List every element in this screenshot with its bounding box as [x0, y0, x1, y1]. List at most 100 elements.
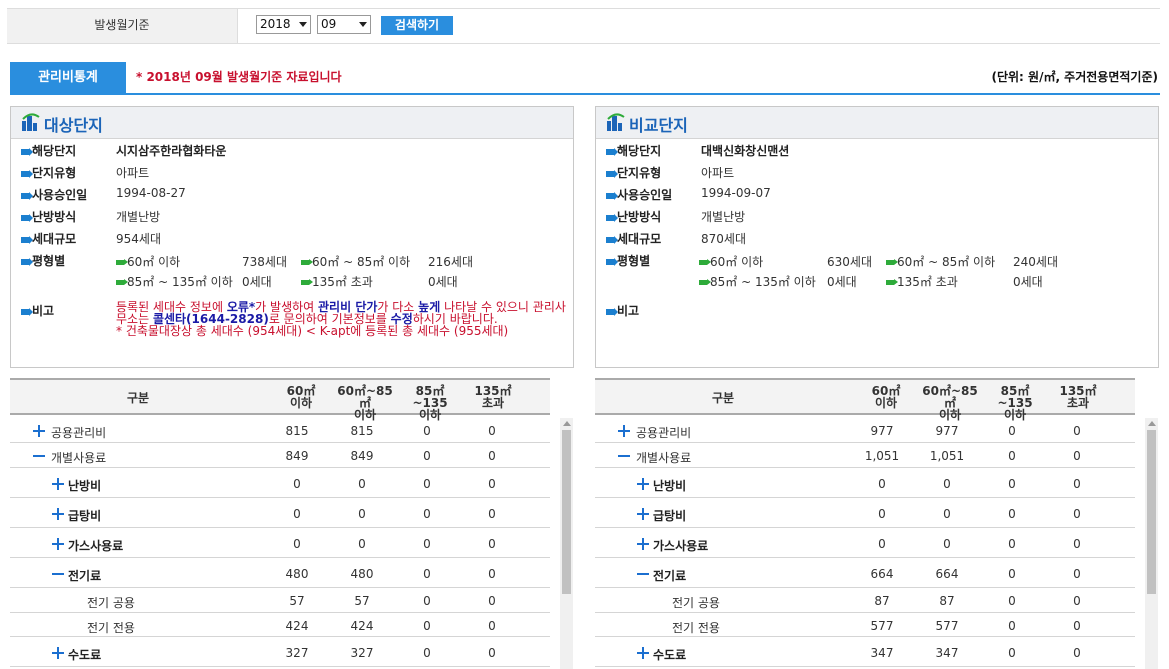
- collapse-minus-icon[interactable]: [637, 568, 649, 580]
- cell-value: 1,051: [929, 449, 965, 463]
- cell-value: 57: [354, 594, 370, 608]
- table-row[interactable]: 가스사용료 0 0 0 0: [10, 528, 550, 558]
- row-label: 공용관리비: [51, 426, 107, 440]
- green-arrow-icon: [699, 279, 711, 285]
- cell-value: 0: [1073, 449, 1081, 463]
- cell-value: 0: [423, 619, 431, 633]
- cell-value: 0: [1008, 567, 1016, 581]
- info-label-approval: 사용승인일: [21, 186, 87, 203]
- collapse-minus-icon[interactable]: [52, 568, 64, 580]
- filter-bar: 발생월기준 2018 09 검색하기: [7, 8, 1160, 44]
- panel-header: 비교단지: [596, 107, 1158, 139]
- table-row[interactable]: 급탕비 0 0 0 0: [10, 498, 550, 528]
- arrow-bullet-icon: [606, 213, 618, 222]
- table-row[interactable]: 수도료 347 347 0 0: [595, 637, 1135, 667]
- year-select[interactable]: 2018: [256, 15, 311, 34]
- cell-value: 424: [285, 619, 309, 633]
- arrow-bullet-icon: [606, 257, 618, 266]
- info-label-sizes: 평형별: [606, 252, 650, 269]
- expand-plus-icon[interactable]: [637, 647, 649, 659]
- cell-value: 0: [878, 537, 886, 551]
- cell-value: 0: [1073, 646, 1081, 660]
- table-row[interactable]: 난방비 0 0 0 0: [10, 468, 550, 498]
- table-row[interactable]: 가스사용료 0 0 0 0: [595, 528, 1135, 558]
- col-category: 구분: [126, 391, 150, 405]
- info-label-sizes: 평형별: [21, 252, 65, 269]
- cell-value: 0: [1073, 567, 1081, 581]
- info-label-heating: 난방방식: [606, 208, 661, 225]
- row-label: 급탕비: [653, 509, 687, 523]
- cell-value: 0: [1073, 424, 1081, 438]
- expand-plus-icon[interactable]: [637, 478, 649, 490]
- expand-plus-icon[interactable]: [637, 538, 649, 550]
- row-label: 공용관리비: [636, 426, 692, 440]
- tab-underline: [10, 93, 1160, 95]
- cell-value: 0: [488, 594, 496, 608]
- col-size-3: 85㎡~135 이하: [997, 384, 1033, 422]
- collapse-minus-icon[interactable]: [33, 450, 45, 462]
- row-label: 전기 전용: [672, 621, 720, 635]
- complex-name: 시지삼주한라협화타운: [116, 144, 227, 158]
- col-size-1: 60㎡ 이하: [871, 384, 901, 410]
- cell-value: 0: [423, 424, 431, 438]
- expand-plus-icon[interactable]: [52, 508, 64, 520]
- heating-type: 개별난방: [701, 210, 746, 224]
- cell-value: 577: [935, 619, 959, 633]
- scrollbar[interactable]: [1145, 418, 1158, 669]
- cell-value: 849: [285, 449, 309, 463]
- info-label-heating: 난방방식: [21, 208, 76, 225]
- panel-title: 대상단지: [44, 116, 103, 135]
- col-category: 구분: [711, 391, 735, 405]
- row-label: 전기 공용: [672, 596, 720, 610]
- size-value: 0세대: [428, 275, 458, 289]
- scroll-thumb[interactable]: [1147, 430, 1156, 594]
- cell-value: 849: [350, 449, 374, 463]
- table-row[interactable]: 수도료 327 327 0 0: [10, 637, 550, 667]
- table-row[interactable]: 전기료 664 664 0 0: [595, 558, 1135, 588]
- green-arrow-icon: [116, 259, 128, 265]
- arrow-bullet-icon: [21, 307, 33, 316]
- cell-value: 0: [293, 477, 301, 491]
- household-count: 954세대: [116, 232, 161, 246]
- green-arrow-icon: [886, 279, 898, 285]
- info-label-households: 세대규모: [21, 230, 76, 247]
- green-arrow-icon: [886, 259, 898, 265]
- cell-value: 0: [423, 537, 431, 551]
- collapse-minus-icon[interactable]: [618, 450, 630, 462]
- green-arrow-icon: [301, 259, 313, 265]
- cell-value: 327: [285, 646, 309, 660]
- green-arrow-icon: [301, 279, 313, 285]
- cell-value: 0: [488, 449, 496, 463]
- table-row[interactable]: 공용관리비 815 815 0 0: [10, 418, 550, 443]
- table-row[interactable]: 개별사용료 849 849 0 0: [10, 443, 550, 468]
- chevron-down-icon: [299, 22, 307, 27]
- search-button[interactable]: 검색하기: [381, 16, 453, 35]
- table-row: 전기 전용 577 577 0 0: [595, 613, 1135, 637]
- scrollbar[interactable]: [560, 418, 573, 669]
- arrow-bullet-icon: [606, 147, 618, 156]
- expand-plus-icon[interactable]: [33, 425, 45, 437]
- month-select[interactable]: 09: [317, 15, 371, 34]
- scroll-thumb[interactable]: [562, 430, 571, 594]
- cell-value: 57: [289, 594, 305, 608]
- col-size-2: 60㎡~85㎡ 이하: [922, 384, 978, 422]
- size-label: 135㎡ 초과: [886, 273, 958, 290]
- expand-plus-icon[interactable]: [637, 508, 649, 520]
- tab-fee-statistics[interactable]: 관리비통계: [10, 62, 126, 93]
- household-count: 870세대: [701, 232, 746, 246]
- table-row[interactable]: 급탕비 0 0 0 0: [595, 498, 1135, 528]
- cell-value: 480: [350, 567, 374, 581]
- expand-plus-icon[interactable]: [52, 647, 64, 659]
- row-label: 수도료: [653, 648, 687, 662]
- table-row[interactable]: 전기료 480 480 0 0: [10, 558, 550, 588]
- table-row[interactable]: 개별사용료 1,051 1,051 0 0: [595, 443, 1135, 468]
- table-row[interactable]: 난방비 0 0 0 0: [595, 468, 1135, 498]
- info-label-remarks: 비고: [21, 302, 54, 319]
- expand-plus-icon[interactable]: [618, 425, 630, 437]
- arrow-bullet-icon: [21, 257, 33, 266]
- size-label: 85㎡ ~ 135㎡ 이하: [699, 273, 816, 290]
- expand-plus-icon[interactable]: [52, 478, 64, 490]
- table-row[interactable]: 공용관리비 977 977 0 0: [595, 418, 1135, 443]
- table-header: 구분 60㎡ 이하 60㎡~85㎡ 이하 85㎡~135 이하 135㎡ 초과: [10, 378, 550, 421]
- expand-plus-icon[interactable]: [52, 538, 64, 550]
